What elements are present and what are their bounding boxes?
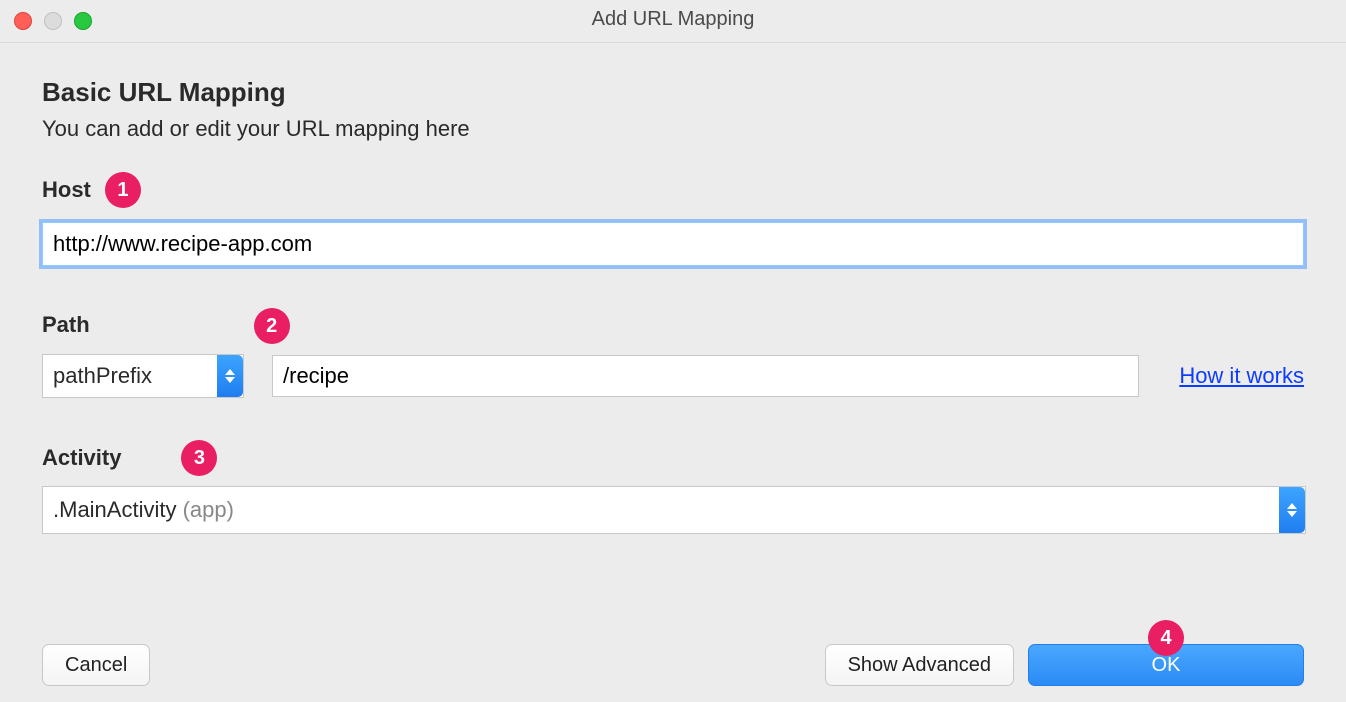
annotation-badge-4: 4 xyxy=(1148,620,1184,656)
cancel-button[interactable]: Cancel xyxy=(42,644,150,686)
host-label-row: Host 1 xyxy=(42,172,1304,208)
annotation-badge-1: 1 xyxy=(105,172,141,208)
path-type-selected: pathPrefix xyxy=(43,363,217,389)
path-input[interactable] xyxy=(272,355,1139,397)
section-heading: Basic URL Mapping xyxy=(42,77,1304,108)
host-input[interactable] xyxy=(42,222,1304,266)
section-subheading: You can add or edit your URL mapping her… xyxy=(42,116,1304,142)
show-advanced-button[interactable]: Show Advanced xyxy=(825,644,1014,686)
titlebar: Add URL Mapping xyxy=(0,0,1346,43)
activity-selected: .MainActivity (app) xyxy=(43,497,1279,523)
annotation-badge-3: 3 xyxy=(181,440,217,476)
chevron-up-down-icon xyxy=(217,355,243,397)
window-title: Add URL Mapping xyxy=(0,8,1346,31)
activity-label: Activity xyxy=(42,445,121,471)
how-it-works-link[interactable]: How it works xyxy=(1179,363,1304,389)
annotation-badge-2: 2 xyxy=(254,308,290,344)
chevron-up-down-icon xyxy=(1279,487,1305,533)
host-label: Host xyxy=(42,177,91,203)
activity-selected-hint: (app) xyxy=(176,497,233,522)
activity-selected-main: .MainActivity xyxy=(53,497,176,522)
path-label: Path xyxy=(42,312,90,344)
activity-select[interactable]: .MainActivity (app) xyxy=(42,486,1306,534)
path-type-select[interactable]: pathPrefix xyxy=(42,354,244,398)
